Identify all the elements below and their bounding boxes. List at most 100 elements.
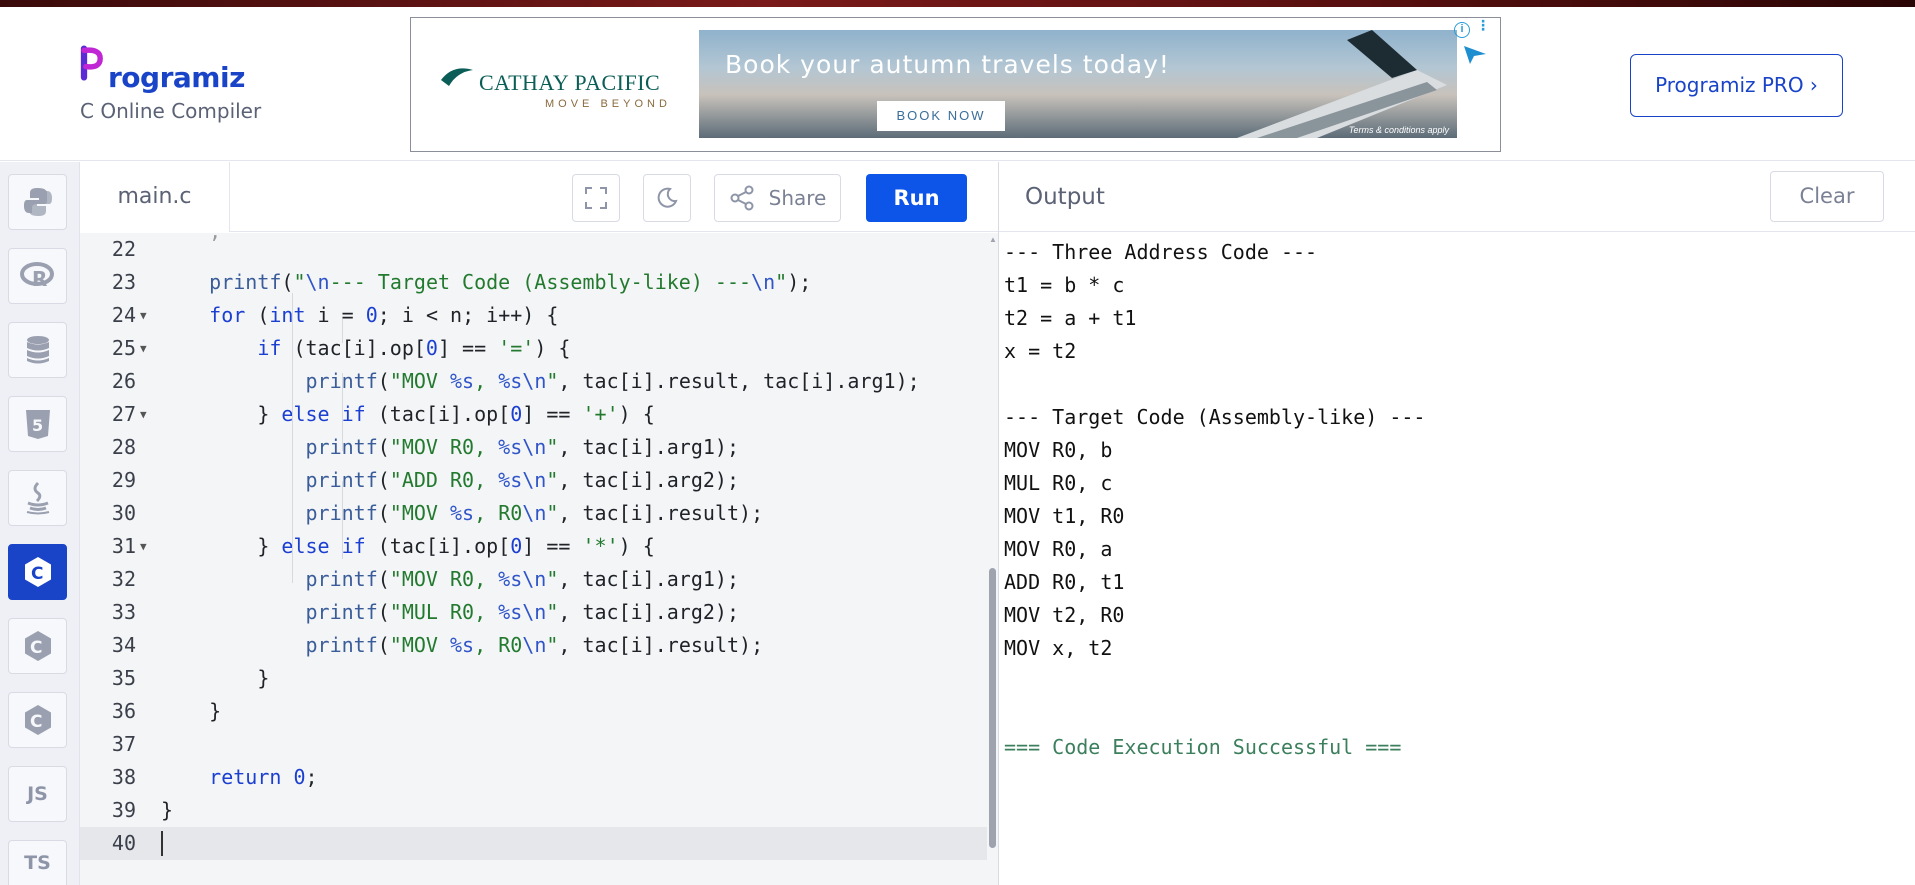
- code-text: } else if (tac[i].op[0] == '*') {: [161, 534, 655, 558]
- html5-icon: 5: [25, 410, 50, 439]
- ad-info-icon[interactable]: i: [1454, 22, 1470, 38]
- text-cursor: [161, 831, 163, 856]
- editor-scroll-thumb[interactable]: [989, 568, 996, 848]
- code-text: printf("ADD R0, %s\n", tac[i].arg2);: [305, 468, 740, 492]
- sidebar-item-sql[interactable]: [8, 322, 67, 378]
- fold-toggle-icon[interactable]: ▼: [140, 530, 147, 563]
- line-number: 33: [111, 600, 136, 624]
- line-number: 32: [111, 567, 136, 591]
- ad-brand-tagline: MOVE BEYOND: [545, 98, 671, 110]
- code-text: printf("MOV %s, R0\n", tac[i].result);: [305, 501, 764, 525]
- code-line[interactable]: 38 return 0;: [80, 761, 987, 794]
- code-line[interactable]: 33 printf("MUL R0, %s\n", tac[i].arg2);: [80, 596, 987, 629]
- sidebar-item-java[interactable]: [8, 470, 67, 526]
- ad-choices-arrow-icon[interactable]: [1462, 44, 1488, 66]
- sidebar-item-html[interactable]: 5: [8, 396, 67, 452]
- code-line[interactable]: 39}: [80, 794, 987, 827]
- code-line[interactable]: 25 ▼ if (tac[i].op[0] == '=') {: [80, 332, 987, 365]
- code-line[interactable]: 27 ▼ } else if (tac[i].op[0] == '+') {: [80, 398, 987, 431]
- fullscreen-button[interactable]: [572, 174, 620, 222]
- line-number: 24: [111, 303, 136, 327]
- code-line[interactable]: 40: [80, 827, 987, 860]
- code-line[interactable]: 29 printf("ADD R0, %s\n", tac[i].arg2);: [80, 464, 987, 497]
- code-text: } else if (tac[i].op[0] == '+') {: [161, 402, 655, 426]
- line-number: 29: [111, 468, 136, 492]
- line-number: 38: [111, 765, 136, 789]
- code-line[interactable]: 24 ▼ for (int i = 0; i < n; i++) {: [80, 299, 987, 332]
- r-icon: R: [19, 262, 54, 290]
- code-line[interactable]: 31 ▼ } else if (tac[i].op[0] == '*') {: [80, 530, 987, 563]
- code-line[interactable]: 34 printf("MOV %s, R0\n", tac[i].result)…: [80, 629, 987, 662]
- fold-toggle-icon[interactable]: ▼: [140, 332, 147, 365]
- output-line: MOV R0, b: [1004, 438, 1113, 462]
- line-number: 36: [111, 699, 136, 723]
- output-line: ADD R0, t1: [1004, 570, 1125, 594]
- logo-p-icon: [80, 45, 103, 81]
- ad-more-icon[interactable]: ⋮: [1476, 18, 1490, 32]
- output-line: MOV R0, a: [1004, 537, 1113, 561]
- code-line[interactable]: 36 }: [80, 695, 987, 728]
- code-text: for (int i = 0; i < n; i++) {: [209, 303, 559, 327]
- output-line: MOV x, t2: [1004, 636, 1113, 660]
- clear-button[interactable]: Clear: [1770, 171, 1884, 222]
- sidebar-item-r[interactable]: R: [8, 248, 67, 304]
- code-text: printf("MOV R0, %s\n", tac[i].arg1);: [305, 435, 740, 459]
- programiz-pro-button[interactable]: Programiz PRO ›: [1630, 54, 1843, 117]
- cpp-icon: C: [24, 631, 51, 661]
- database-icon: [26, 336, 49, 364]
- line-number: 28: [111, 435, 136, 459]
- run-button[interactable]: Run: [866, 174, 967, 222]
- sidebar-item-csharp[interactable]: C: [8, 692, 67, 748]
- editor-toolbar: main.c Share Run: [80, 162, 998, 232]
- code-line[interactable]: 28 printf("MOV R0, %s\n", tac[i].arg1);: [80, 431, 987, 464]
- scroll-up-arrow-icon[interactable]: ▲: [989, 235, 997, 244]
- fullscreen-icon: [585, 187, 607, 209]
- svg-text:R: R: [32, 267, 47, 290]
- code-line[interactable]: 30 printf("MOV %s, R0\n", tac[i].result)…: [80, 497, 987, 530]
- sidebar-item-c[interactable]: C: [8, 544, 67, 600]
- programiz-logo[interactable]: rogramiz: [80, 45, 245, 94]
- c-icon: C: [24, 557, 51, 587]
- code-line[interactable]: 23 printf("\n--- Target Code (Assembly-l…: [80, 266, 987, 299]
- code-line[interactable]: 37: [80, 728, 987, 761]
- dark-mode-button[interactable]: [643, 174, 691, 222]
- editor-scrollbar[interactable]: ▲: [987, 233, 998, 885]
- code-line[interactable]: 26 printf("MOV %s, %s\n", tac[i].result,…: [80, 365, 987, 398]
- sidebar-item-ts[interactable]: TS: [8, 840, 67, 885]
- line-number: 39: [111, 798, 136, 822]
- ad-brand-name: CATHAY PACIFIC: [479, 70, 661, 95]
- sidebar-item-cpp[interactable]: C: [8, 618, 67, 674]
- code-text: printf("\n--- Target Code (Assembly-like…: [209, 270, 812, 294]
- output-line: MOV t1, R0: [1004, 504, 1125, 528]
- code-text: return 0;: [209, 765, 318, 789]
- moon-icon: [657, 187, 678, 208]
- cathay-logo-icon: [441, 68, 473, 86]
- tab-main-c[interactable]: main.c: [80, 162, 230, 232]
- line-number: 23: [111, 270, 136, 294]
- line-number: 22: [111, 237, 136, 261]
- fold-toggle-icon[interactable]: ▼: [140, 299, 147, 332]
- ad-book-now-button[interactable]: BOOK NOW: [877, 101, 1005, 131]
- code-line[interactable]: 32 printf("MOV R0, %s\n", tac[i].arg1);: [80, 563, 987, 596]
- ad-image[interactable]: Book your autumn travels today! BOOK NOW…: [699, 30, 1457, 138]
- line-number: 27: [111, 402, 136, 426]
- line-number: 35: [111, 666, 136, 690]
- execution-status: === Code Execution Successful ===: [1004, 735, 1402, 759]
- fold-toggle-icon[interactable]: ▼: [140, 398, 147, 431]
- advertisement-banner[interactable]: CATHAY PACIFIC MOVE BEYOND Book your aut…: [410, 17, 1501, 152]
- code-text: printf("MOV R0, %s\n", tac[i].arg1);: [305, 567, 740, 591]
- code-editor[interactable]: , 2223 printf("\n--- Target Code (Assemb…: [80, 233, 987, 885]
- code-line[interactable]: 22: [80, 233, 987, 266]
- output-line: x = t2: [1004, 339, 1077, 363]
- line-number: 31: [111, 534, 136, 558]
- sidebar-item-js[interactable]: JS: [8, 766, 67, 822]
- code-text: if (tac[i].op[0] == '=') {: [257, 336, 571, 360]
- output-line: --- Target Code (Assembly-like) ---: [1004, 405, 1426, 429]
- code-line[interactable]: 35 }: [80, 662, 987, 695]
- line-number: 37: [111, 732, 136, 756]
- ad-headline: Book your autumn travels today!: [725, 50, 1170, 79]
- output-toolbar: Output Clear: [999, 162, 1915, 232]
- sidebar-item-python[interactable]: [8, 174, 67, 230]
- share-button[interactable]: Share: [714, 174, 841, 222]
- java-icon: [26, 481, 49, 515]
